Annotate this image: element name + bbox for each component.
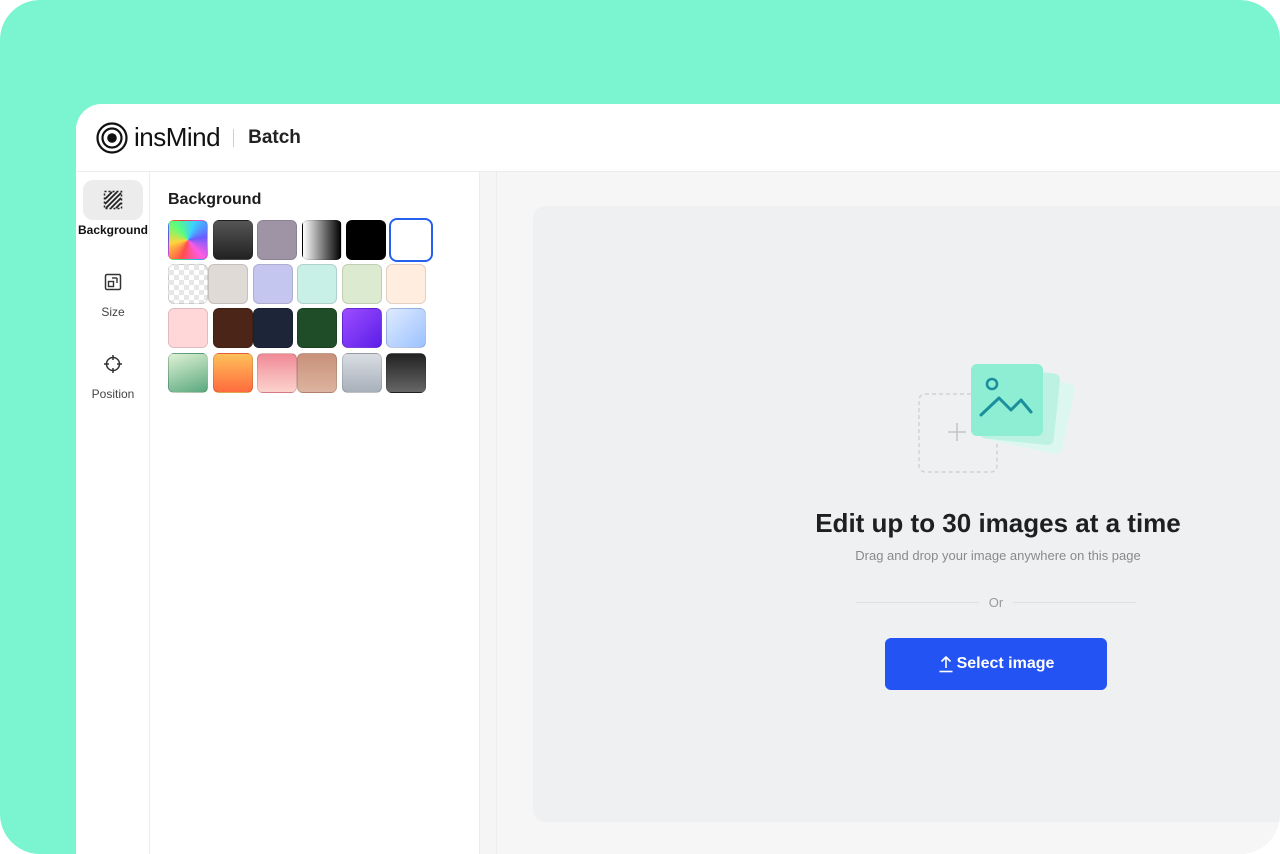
insmind-logo-icon [96, 121, 128, 154]
swatch-black[interactable] [346, 220, 386, 260]
panel-resize-handle[interactable] [480, 172, 497, 854]
workspace: Edit up to 30 images at a time Drag and … [497, 172, 1280, 854]
crosshair-icon [104, 355, 122, 373]
rail-icon-container [83, 344, 143, 384]
logo-text: insMind [134, 122, 221, 152]
swatch-sky-blue-gradient[interactable] [386, 308, 426, 348]
swatch-green-gradient[interactable] [168, 353, 208, 393]
swatch-mauve-gray[interactable] [257, 220, 297, 260]
swatch-mint[interactable] [297, 264, 337, 304]
rail-item-position[interactable]: Position [76, 344, 150, 401]
rail-item-label: Position [91, 387, 135, 401]
page-title: Batch [248, 126, 301, 148]
panel-title: Background [168, 191, 262, 208]
upload-dropzone[interactable]: Edit up to 30 images at a time Drag and … [533, 206, 1280, 822]
or-divider: Or [856, 594, 1137, 610]
swatch-transparent[interactable] [168, 264, 208, 304]
background-panel: Background [150, 172, 480, 854]
resize-icon [104, 273, 122, 291]
swatch-white[interactable] [389, 218, 433, 262]
rail-item-background[interactable]: Background [76, 180, 150, 237]
swatch-cream[interactable] [386, 264, 426, 304]
header-divider [233, 128, 235, 147]
image-add-icon [918, 364, 1075, 473]
rail-item-size[interactable]: Size [76, 262, 150, 319]
select-image-label: Select image [956, 655, 1055, 672]
swatch-sage[interactable] [342, 264, 382, 304]
swatch-white-black-gradient[interactable] [302, 220, 342, 260]
swatch-charcoal-gradient[interactable] [386, 353, 426, 393]
swatch-rainbow-gradient[interactable] [168, 220, 208, 260]
rail-icon-container [83, 180, 143, 220]
swatch-pink-gradient[interactable] [257, 353, 297, 393]
swatch-forest-green[interactable] [297, 308, 337, 348]
swatch-purple-gradient[interactable] [342, 308, 382, 348]
app-header: insMind Batch [76, 104, 1280, 172]
swatch-brown[interactable] [213, 308, 253, 348]
or-label: Or [988, 594, 1004, 610]
swatch-navy[interactable] [253, 308, 293, 348]
rail-item-label: Size [101, 305, 125, 319]
app-frame: insMind Batch Background Size Position B… [0, 0, 1280, 854]
swatch-tan-gradient[interactable] [297, 353, 337, 393]
swatch-warm-gray[interactable] [208, 264, 248, 304]
dropzone-subtext: Drag and drop your image anywhere on thi… [855, 548, 1141, 563]
swatch-lavender[interactable] [253, 264, 293, 304]
app-window: insMind Batch Background Size Position B… [76, 104, 1280, 854]
dropzone-headline: Edit up to 30 images at a time [815, 508, 1181, 538]
rail-icon-container [83, 262, 143, 302]
select-image-button[interactable]: Select image [885, 638, 1107, 690]
logo[interactable]: insMind [96, 121, 221, 154]
upload-arrow-icon [939, 656, 953, 673]
swatch-light-pink[interactable] [168, 308, 208, 348]
rail-item-label: Background [77, 223, 148, 237]
tool-rail: Background Size Position [76, 172, 150, 854]
divider-line [856, 601, 979, 603]
swatch-dark-gray-gradient[interactable] [213, 220, 253, 260]
swatch-orange-gradient[interactable] [213, 353, 253, 393]
swatch-silver-gradient[interactable] [342, 353, 382, 393]
divider-line [1013, 601, 1137, 603]
background-stripes-icon [103, 190, 123, 210]
